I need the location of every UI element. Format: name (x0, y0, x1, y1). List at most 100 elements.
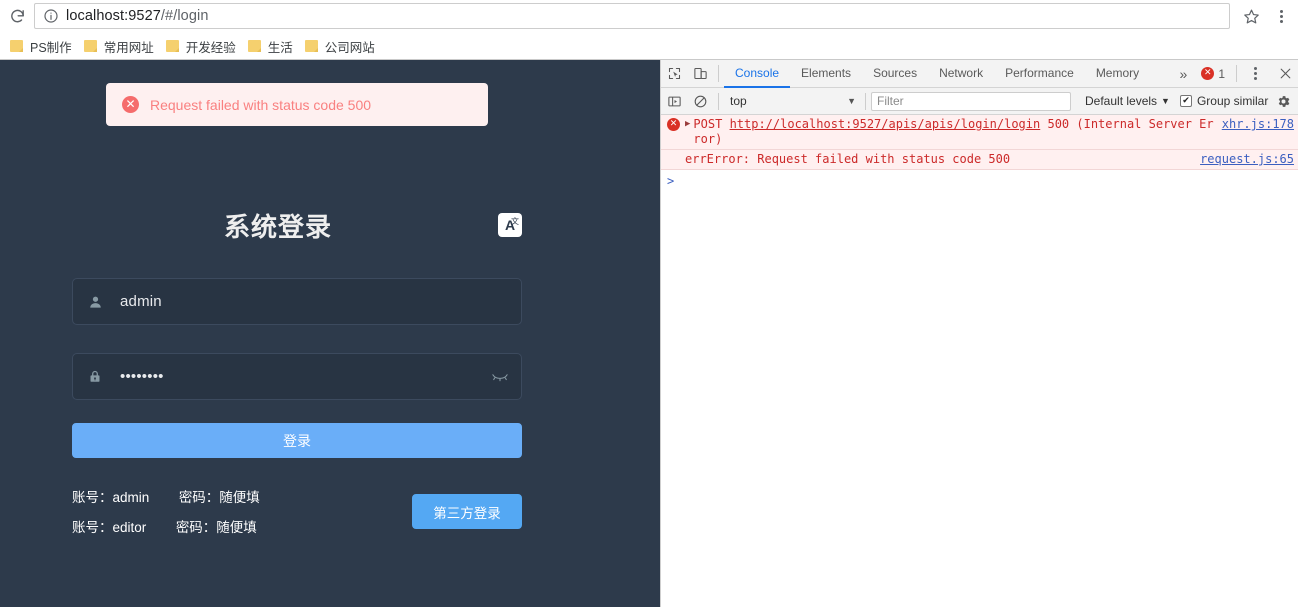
devtools-menu-icon-dot (1253, 67, 1257, 70)
more-tabs-button[interactable]: » (1172, 66, 1196, 82)
browser-menu-icon-dot (1279, 9, 1283, 13)
credential-password: 密码：随便填 (175, 520, 257, 535)
toolbar-divider (718, 65, 719, 82)
console-sidebar-button[interactable] (661, 88, 687, 114)
source-link[interactable]: xhr.js:178 (1222, 117, 1294, 131)
error-count-badge[interactable]: ✕ 1 (1195, 67, 1231, 81)
bookmarks-bar: PS制作 常用网址 开发经验 生活 公司网站 (0, 32, 1298, 60)
browser-menu-icon-dot (1279, 14, 1283, 18)
login-form: 系统登录 A 文 admin •••••••• 登录 账号：admin 密码：随… (72, 200, 522, 546)
folder-icon (304, 40, 318, 52)
device-toolbar-button[interactable] (687, 61, 713, 87)
prompt-caret-icon: > (667, 174, 675, 188)
filterbar-divider (718, 92, 719, 110)
lock-icon (87, 368, 103, 385)
console-context-value: top (730, 94, 747, 108)
source-link[interactable]: request.js:65 (1200, 152, 1294, 166)
page-title: 系统登录 (224, 211, 333, 242)
folder-icon (247, 40, 261, 52)
devtools-toolbar: Console Elements Sources Network Performance… (661, 60, 1298, 88)
console-error-text: errError: Request failed with status cod… (685, 152, 1011, 166)
omnibox[interactable]: localhost:9527/#/login (34, 3, 1230, 29)
devtools-menu-button[interactable] (1242, 60, 1268, 88)
expand-arrow-icon[interactable]: ▶ (685, 119, 690, 129)
group-similar-checkbox[interactable]: ✔ (1179, 95, 1192, 107)
error-alert: ✕ Request failed with status code 500 (106, 83, 488, 126)
error-close-circle-icon: ✕ (122, 96, 139, 113)
error-count: 1 (1218, 66, 1225, 81)
credential-account: 账号：editor (72, 520, 147, 535)
username-input[interactable] (118, 292, 511, 311)
clear-console-button[interactable] (687, 88, 713, 114)
group-similar-toggle[interactable]: ✔ Group similar (1179, 94, 1269, 108)
inspect-element-icon (668, 67, 680, 80)
credential-account: 账号：admin (72, 490, 150, 505)
tab-memory[interactable]: Memory (1085, 60, 1150, 88)
bookmark-star-icon (1243, 9, 1259, 23)
console-error-text: POST http://localhost:9527/apis/apis/log… (693, 117, 1213, 147)
tab-sources[interactable]: Sources (862, 60, 928, 88)
login-submit-button[interactable]: 登录 (72, 423, 522, 458)
screen: localhost:9527/#/login PS制作 常用网址 开发经验 生活 公司网… (0, 0, 1298, 607)
language-switch-button[interactable]: A 文 (498, 213, 522, 237)
password-input[interactable] (118, 367, 489, 386)
devtools-menu-icon-dot (1253, 72, 1257, 75)
bookmark-item[interactable]: 公司网站 (303, 35, 383, 57)
bookmark-label: 常用网址 (103, 40, 154, 55)
third-party-login-button[interactable]: 第三方登录 (412, 494, 522, 529)
devtools-menu-icon-dot (1253, 77, 1257, 80)
tab-performance[interactable]: Performance (994, 60, 1085, 88)
demo-credentials: 账号：admin 密码：随便填 账号：editor 密码：随便填 第三方登录 (72, 486, 522, 546)
url-path: /#/login (160, 8, 209, 24)
chevron-down-icon: ▼ (847, 96, 856, 106)
console-error-row[interactable]: errError: Request failed with status cod… (661, 150, 1298, 170)
inspect-element-button[interactable] (661, 61, 687, 87)
error-icon: ✕ (1201, 67, 1215, 80)
console-context-select[interactable]: top ▼ (730, 92, 860, 111)
toolbar-divider (1236, 65, 1237, 82)
tab-console[interactable]: Console (724, 60, 791, 88)
devtools-panel: Console Elements Sources Network Performance… (660, 60, 1298, 607)
lang-cn-glyph: 文 (511, 217, 519, 226)
close-devtools-button[interactable] (1272, 61, 1298, 87)
password-field[interactable] (72, 353, 522, 400)
request-url[interactable]: http://localhost:9527/apis/apis/login/lo… (730, 117, 1041, 131)
close-icon (1280, 68, 1290, 79)
bookmark-button[interactable] (1236, 2, 1266, 30)
console-filter-bar: top ▼ Default levels ▼ ✔ Group similar (661, 88, 1298, 115)
login-page: ✕ Request failed with status code 500 系统… (0, 60, 660, 607)
bookmark-item[interactable]: 开发经验 (164, 35, 244, 57)
device-toolbar-icon (693, 67, 707, 80)
error-icon: ✕ (667, 118, 680, 131)
error-alert-message: Request failed with status code 500 (150, 96, 372, 113)
reload-button[interactable] (2, 2, 32, 30)
chevron-down-icon: ▼ (1161, 96, 1170, 106)
tab-network[interactable]: Network (928, 60, 994, 88)
bookmark-item[interactable]: PS制作 (8, 35, 80, 57)
address-bar-row: localhost:9527/#/login (0, 0, 1298, 32)
browser-menu-icon-dot (1279, 19, 1283, 23)
console-messages: ✕ ▶ POST http://localhost:9527/apis/apis… (661, 115, 1298, 192)
bookmark-item[interactable]: 常用网址 (82, 35, 162, 57)
devtools-settings-button[interactable] (1272, 90, 1294, 112)
browser-menu-button[interactable] (1268, 2, 1294, 30)
bookmark-item[interactable]: 生活 (246, 35, 301, 57)
login-title-row: 系统登录 A 文 (72, 200, 522, 250)
bookmark-label: PS制作 (30, 40, 72, 55)
console-prompt[interactable]: > (661, 170, 1298, 192)
console-error-row[interactable]: ✕ ▶ POST http://localhost:9527/apis/apis… (661, 115, 1298, 150)
folder-icon (10, 40, 23, 52)
tab-elements[interactable]: Elements (790, 60, 862, 88)
console-filter-input[interactable] (871, 91, 1071, 111)
user-icon (87, 293, 103, 310)
info-icon[interactable] (43, 8, 59, 24)
username-field[interactable] (72, 278, 522, 325)
log-levels-dropdown[interactable]: Default levels ▼ (1085, 94, 1170, 108)
credential-password: 密码：随便填 (178, 490, 260, 505)
url-host: localhost:9527 (66, 8, 161, 24)
group-similar-label: Group similar (1196, 94, 1269, 108)
console-sidebar-icon (667, 96, 681, 106)
devtools-tabs: Console Elements Sources Network Performance… (724, 60, 1172, 88)
bookmark-label: 开发经验 (185, 40, 236, 55)
eye-closed-icon[interactable] (489, 366, 511, 388)
